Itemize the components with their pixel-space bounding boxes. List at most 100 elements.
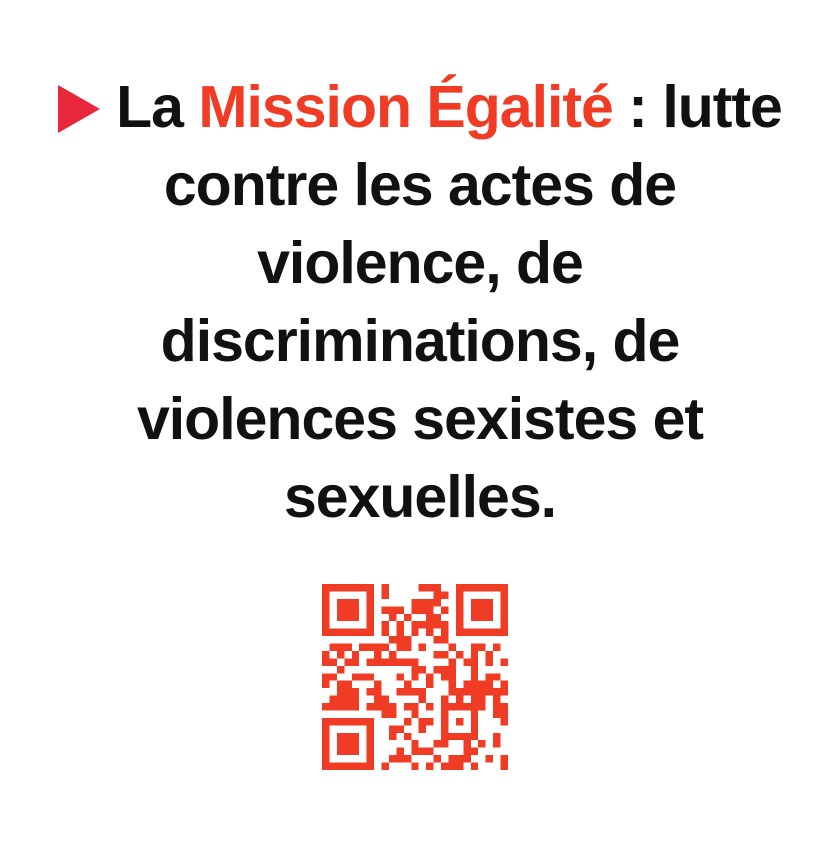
mission-name-highlight: Mission Égalité [198, 74, 613, 140]
qr-module [418, 598, 427, 607]
qr-module [478, 680, 486, 689]
qr-module [493, 710, 501, 718]
qr-module [493, 740, 501, 748]
qr-module [396, 658, 404, 666]
qr-module [485, 680, 494, 689]
qr-module [374, 650, 382, 659]
qr-module [344, 762, 352, 770]
qr-module [388, 755, 397, 763]
qr-module [403, 658, 412, 666]
qr-module [455, 621, 464, 629]
qr-module [441, 695, 449, 704]
qr-module [322, 755, 330, 763]
qr-module [322, 717, 330, 726]
qr-module [322, 703, 330, 711]
qr-module [433, 584, 442, 592]
qr-module [366, 643, 375, 651]
qr-module [351, 740, 360, 748]
qr-module [470, 732, 479, 741]
qr-module [463, 703, 471, 711]
qr-module [322, 740, 330, 748]
qr-module [448, 762, 456, 770]
qr-module [381, 584, 389, 592]
qr-module [418, 643, 427, 651]
qr-module [329, 658, 337, 666]
qr-module [336, 688, 345, 696]
qr-module [433, 621, 442, 629]
qr-module [351, 658, 360, 666]
qr-module [470, 688, 479, 696]
qr-module [322, 658, 330, 666]
qr-module [418, 621, 427, 629]
qr-module [336, 680, 345, 689]
qr-module [470, 680, 479, 689]
qr-module [322, 747, 330, 756]
qr-module [485, 598, 494, 607]
qr-module [463, 732, 471, 741]
qr-module [441, 591, 449, 599]
qr-module [411, 658, 419, 666]
qr-module [388, 710, 397, 718]
qr-module [322, 621, 330, 629]
qr-module [463, 658, 471, 666]
qr-module [351, 762, 360, 770]
qr-module [470, 717, 479, 726]
qr-module [426, 747, 434, 756]
qr-module [433, 636, 442, 644]
qr-module [455, 688, 464, 696]
qr-module [344, 584, 352, 592]
qr-module [366, 725, 375, 733]
qr-module [441, 732, 449, 741]
qr-module [441, 725, 449, 733]
qr-module [396, 636, 404, 644]
statement-line-1-rest: : lutte [628, 74, 783, 140]
qr-module [411, 673, 419, 681]
qr-module [470, 725, 479, 733]
qr-module [433, 613, 442, 622]
qr-module [485, 755, 494, 763]
qr-module [500, 703, 508, 711]
qr-module [493, 732, 501, 741]
qr-module [426, 613, 434, 622]
qr-module [322, 673, 330, 681]
qr-module [344, 732, 352, 741]
qr-module [418, 688, 427, 696]
qr-module [336, 695, 345, 704]
qr-module [336, 598, 345, 607]
qr-module [478, 688, 486, 696]
qr-module [366, 755, 375, 763]
qr-module [470, 658, 479, 666]
qr-module [403, 680, 412, 689]
qr-module [366, 762, 375, 770]
qr-module [441, 703, 449, 711]
qr-module [381, 658, 389, 666]
qr-module [426, 606, 434, 614]
qr-module [500, 688, 508, 696]
qr-module [351, 598, 360, 607]
qr-module [366, 621, 375, 629]
qr-module [463, 688, 471, 696]
qr-module [336, 703, 345, 711]
qr-module [381, 621, 389, 629]
qr-module [344, 658, 352, 666]
qr-module [322, 628, 330, 637]
qr-module [344, 717, 352, 726]
qr-module [470, 747, 479, 756]
qr-module [411, 598, 419, 607]
qr-module [374, 658, 382, 666]
qr-module [322, 680, 330, 689]
qr-module [485, 628, 494, 637]
qr-module [485, 650, 494, 659]
qr-module [500, 717, 508, 726]
qr-module [485, 613, 494, 622]
qr-module [455, 695, 464, 704]
qr-module [426, 680, 434, 689]
qr-module [344, 688, 352, 696]
qr-code[interactable] [322, 584, 508, 770]
qr-module [366, 613, 375, 622]
qr-module [396, 673, 404, 681]
qr-module [322, 598, 330, 607]
qr-module [344, 703, 352, 711]
qr-module [388, 613, 397, 622]
qr-module [351, 650, 360, 659]
